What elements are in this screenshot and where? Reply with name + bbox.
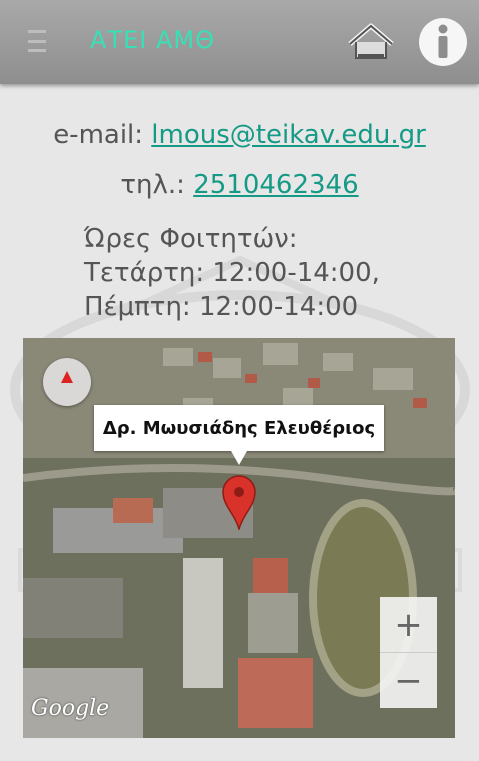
app-bar: ΑΤΕΙ ΑΜΘ	[0, 0, 479, 84]
menu-icon[interactable]	[28, 30, 46, 52]
hours-line-1: Τετάρτη: 12:00-14:00,	[84, 258, 380, 288]
info-icon[interactable]	[418, 17, 468, 67]
map-pin-icon[interactable]	[221, 474, 257, 530]
email-row: e-mail: lmous@teikav.edu.gr	[0, 120, 479, 150]
email-link[interactable]: lmous@teikav.edu.gr	[151, 120, 426, 150]
zoom-out-button[interactable]: −	[380, 653, 437, 708]
office-hours: Ώρες Φοιτητών: Τετάρτη: 12:00-14:00, Πέμ…	[84, 222, 380, 324]
hours-title: Ώρες Φοιτητών:	[84, 224, 298, 254]
compass-icon[interactable]	[43, 358, 91, 406]
zoom-in-button[interactable]: +	[380, 597, 437, 653]
phone-label: τηλ.:	[120, 170, 194, 200]
email-label: e-mail:	[53, 120, 152, 150]
home-icon[interactable]	[346, 22, 396, 62]
google-attribution: Google	[31, 696, 110, 721]
map-view[interactable]: Δρ. Μωυσιάδης Ελευθέριος + − Google	[23, 338, 455, 738]
marker-info-window[interactable]: Δρ. Μωυσιάδης Ελευθέριος	[94, 405, 384, 465]
hours-line-2: Πέμπτη: 12:00-14:00	[84, 292, 359, 322]
phone-link[interactable]: 2510462346	[193, 170, 358, 200]
app-title: ΑΤΕΙ ΑΜΘ	[90, 26, 215, 54]
zoom-controls: + −	[380, 597, 437, 708]
phone-row: τηλ.: 2510462346	[0, 170, 479, 200]
